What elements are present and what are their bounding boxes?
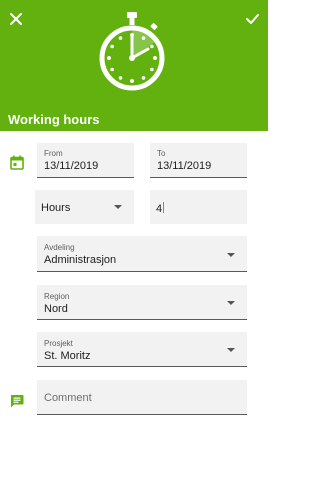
hours-value-wrapper: 4 xyxy=(156,202,165,215)
from-date-field[interactable]: From 13/11/2019 xyxy=(37,143,134,178)
to-date-field[interactable]: To 13/11/2019 xyxy=(150,143,247,178)
region-select[interactable]: Region Nord xyxy=(37,285,247,320)
unit-value: Hours xyxy=(41,202,71,214)
calendar-icon xyxy=(10,155,24,170)
avdeling-select[interactable]: Avdeling Administrasjon xyxy=(37,236,247,272)
close-icon xyxy=(10,13,22,25)
hours-value: 4 xyxy=(156,203,163,215)
from-value: 13/11/2019 xyxy=(44,160,99,172)
chevron-down-icon xyxy=(227,253,235,257)
avdeling-value: Administrasjon xyxy=(44,254,117,266)
prosjekt-select[interactable]: Prosjekt St. Moritz xyxy=(37,332,247,367)
chevron-down-icon xyxy=(227,301,235,305)
comment-placeholder: Comment xyxy=(44,392,92,404)
to-label: To xyxy=(157,149,166,158)
unit-select[interactable]: Hours xyxy=(35,190,134,224)
chevron-down-icon xyxy=(227,348,235,352)
region-value: Nord xyxy=(44,303,68,315)
page-title: Working hours xyxy=(8,112,100,127)
stopwatch-icon xyxy=(99,12,165,91)
save-button[interactable] xyxy=(241,8,263,30)
prosjekt-label: Prosjekt xyxy=(44,339,73,348)
avdeling-label: Avdeling xyxy=(44,243,75,252)
check-icon xyxy=(245,14,259,24)
text-cursor xyxy=(163,202,165,213)
close-button[interactable] xyxy=(5,8,27,30)
prosjekt-value: St. Moritz xyxy=(44,350,91,362)
comment-field[interactable]: Comment xyxy=(37,380,247,415)
from-label: From xyxy=(44,149,63,158)
hours-input[interactable]: 4 xyxy=(150,190,247,224)
chevron-down-icon xyxy=(114,205,122,209)
region-label: Region xyxy=(44,292,70,301)
app-header: Working hours xyxy=(0,0,268,131)
to-value: 13/11/2019 xyxy=(157,160,212,172)
comment-icon xyxy=(10,395,24,408)
